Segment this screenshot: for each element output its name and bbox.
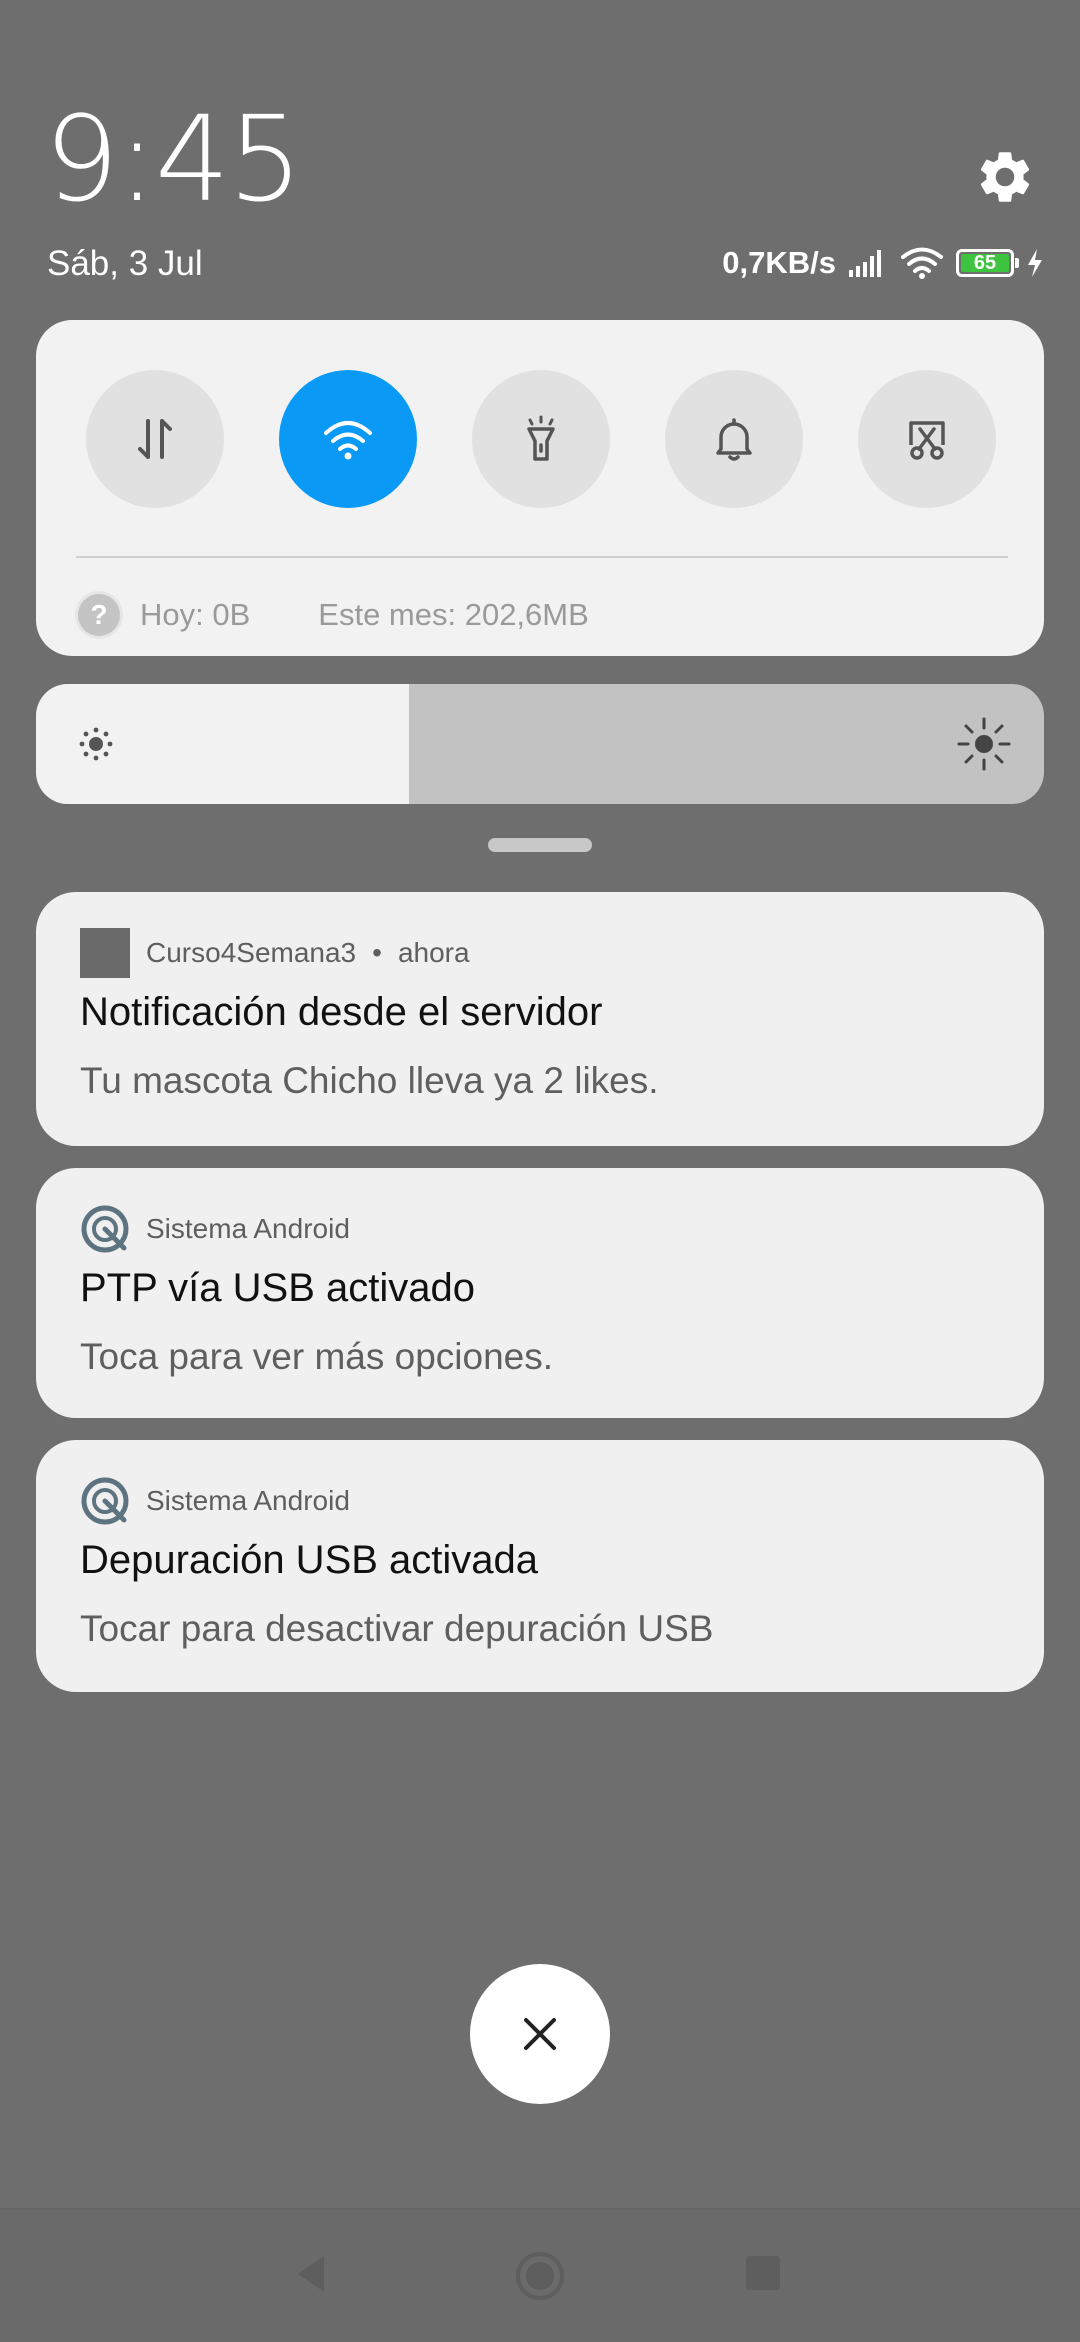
app-name: Sistema Android <box>146 1485 350 1516</box>
settings-icon[interactable] <box>974 146 1036 208</box>
screenshot-icon <box>909 421 945 460</box>
net-speed: 0,7KB/s <box>722 245 836 280</box>
divider <box>76 556 1008 558</box>
bell-icon <box>716 418 752 461</box>
status-icons: 0,7KB/s 65 <box>722 240 1044 286</box>
mobile-data-icon <box>138 419 172 459</box>
tile-wifi[interactable] <box>279 370 417 508</box>
notification-title: Notificación desde el servidor <box>80 990 603 1034</box>
notification-header: Sistema Android <box>80 1476 350 1526</box>
quick-settings-panel: ? Hoy: 0B Este mes: 202,6MB <box>36 320 1044 656</box>
notification-title: Depuración USB activada <box>80 1538 539 1582</box>
charging-icon <box>1028 249 1042 277</box>
close-icon <box>524 2018 556 2050</box>
tile-flashlight[interactable] <box>472 370 610 508</box>
notification-card[interactable]: Sistema Android PTP vía USB activado Toc… <box>36 1168 1044 1418</box>
clock[interactable]: 9:45 <box>44 100 303 218</box>
notification-text: Toca para ver más opciones. <box>80 1336 554 1377</box>
data-usage[interactable]: ? Hoy: 0B Este mes: 202,6MB <box>78 588 589 642</box>
tile-mobile-data[interactable] <box>86 370 224 508</box>
data-month: Este mes: 202,6MB <box>318 597 589 632</box>
notification-card[interactable]: Sistema Android Depuración USB activada … <box>36 1440 1044 1692</box>
android-system-icon <box>81 1205 129 1253</box>
wifi-icon <box>324 421 372 460</box>
notification-text: Tocar para desactivar depuración USB <box>80 1608 714 1649</box>
brightness-slider[interactable] <box>36 684 1044 804</box>
android-system-icon <box>81 1477 129 1525</box>
clear-all-button[interactable] <box>470 1964 610 2104</box>
tile-sound[interactable] <box>665 370 803 508</box>
notification-title: PTP vía USB activado <box>80 1266 475 1310</box>
app-name: Curso4Semana3 <box>146 937 357 968</box>
home-icon[interactable] <box>514 2250 566 2302</box>
separator: • <box>372 937 382 968</box>
notification-header: Sistema Android <box>80 1204 350 1254</box>
signal-icon <box>849 250 881 277</box>
drag-handle[interactable] <box>488 838 592 852</box>
battery-icon: 65 <box>956 249 1019 277</box>
data-today: Hoy: 0B <box>140 597 251 632</box>
date[interactable]: Sáb, 3 Jul <box>47 244 203 284</box>
notification-text: Tu mascota Chicho lleva ya 2 likes. <box>80 1060 659 1101</box>
notification-header: Curso4Semana3 • ahora <box>80 928 470 978</box>
navigation-bar <box>0 2208 1080 2342</box>
recents-icon[interactable] <box>746 2256 780 2290</box>
brightness-low-icon <box>79 727 113 761</box>
back-icon[interactable] <box>290 2252 334 2296</box>
battery-level: 65 <box>973 251 997 274</box>
notification-card[interactable]: Curso4Semana3 • ahora Notificación desde… <box>36 892 1044 1146</box>
wifi-icon <box>901 247 943 279</box>
notification-time: ahora <box>397 937 470 968</box>
app-name: Sistema Android <box>146 1213 350 1244</box>
help-icon: ? <box>78 594 120 636</box>
brightness-high-icon <box>957 717 1011 771</box>
flashlight-icon <box>527 415 555 461</box>
quick-settings-tiles <box>86 370 996 508</box>
app-icon <box>80 928 130 978</box>
tile-screenshot[interactable] <box>858 370 996 508</box>
